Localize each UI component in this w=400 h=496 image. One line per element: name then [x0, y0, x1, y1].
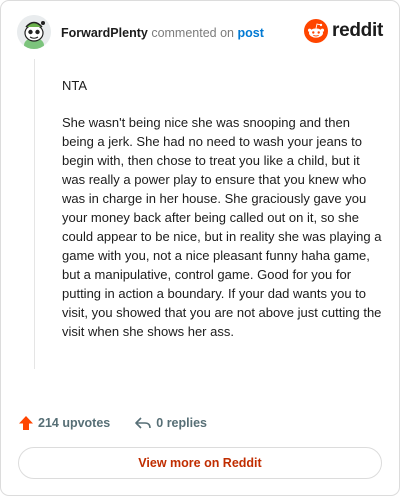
avatar[interactable]	[17, 15, 51, 49]
upvote-arrow-icon	[19, 416, 33, 430]
reddit-brand[interactable]: reddit	[304, 19, 383, 43]
comment-paragraph: NTA	[62, 78, 88, 93]
view-more-button[interactable]: View more on Reddit	[18, 447, 382, 479]
upvote-group[interactable]: 214 upvotes	[18, 415, 110, 431]
comment-body: NTA She wasn't being nice she was snoopi…	[62, 76, 384, 359]
reddit-logo-icon	[304, 19, 329, 43]
avatar-snoo-icon	[17, 15, 51, 49]
comment-footer: 214 upvotes 0 replies	[18, 415, 207, 431]
upvote-count: 214 upvotes	[38, 416, 111, 430]
reply-count: 0 replies	[156, 416, 207, 430]
reply-arrow-icon	[135, 417, 152, 429]
comment-meta: ForwardPlenty commented on post	[61, 26, 264, 40]
reply-group[interactable]: 0 replies	[134, 415, 207, 431]
thread-line	[34, 59, 35, 369]
comment-embed-card: ForwardPlenty commented on post reddit N…	[0, 0, 400, 496]
comment-paragraph: She wasn't being nice she was snooping a…	[62, 115, 382, 339]
reddit-wordmark: reddit	[332, 20, 383, 41]
post-link[interactable]: post	[237, 26, 263, 40]
comment-action-text: commented on	[151, 26, 234, 40]
author-name[interactable]: ForwardPlenty	[61, 26, 148, 40]
